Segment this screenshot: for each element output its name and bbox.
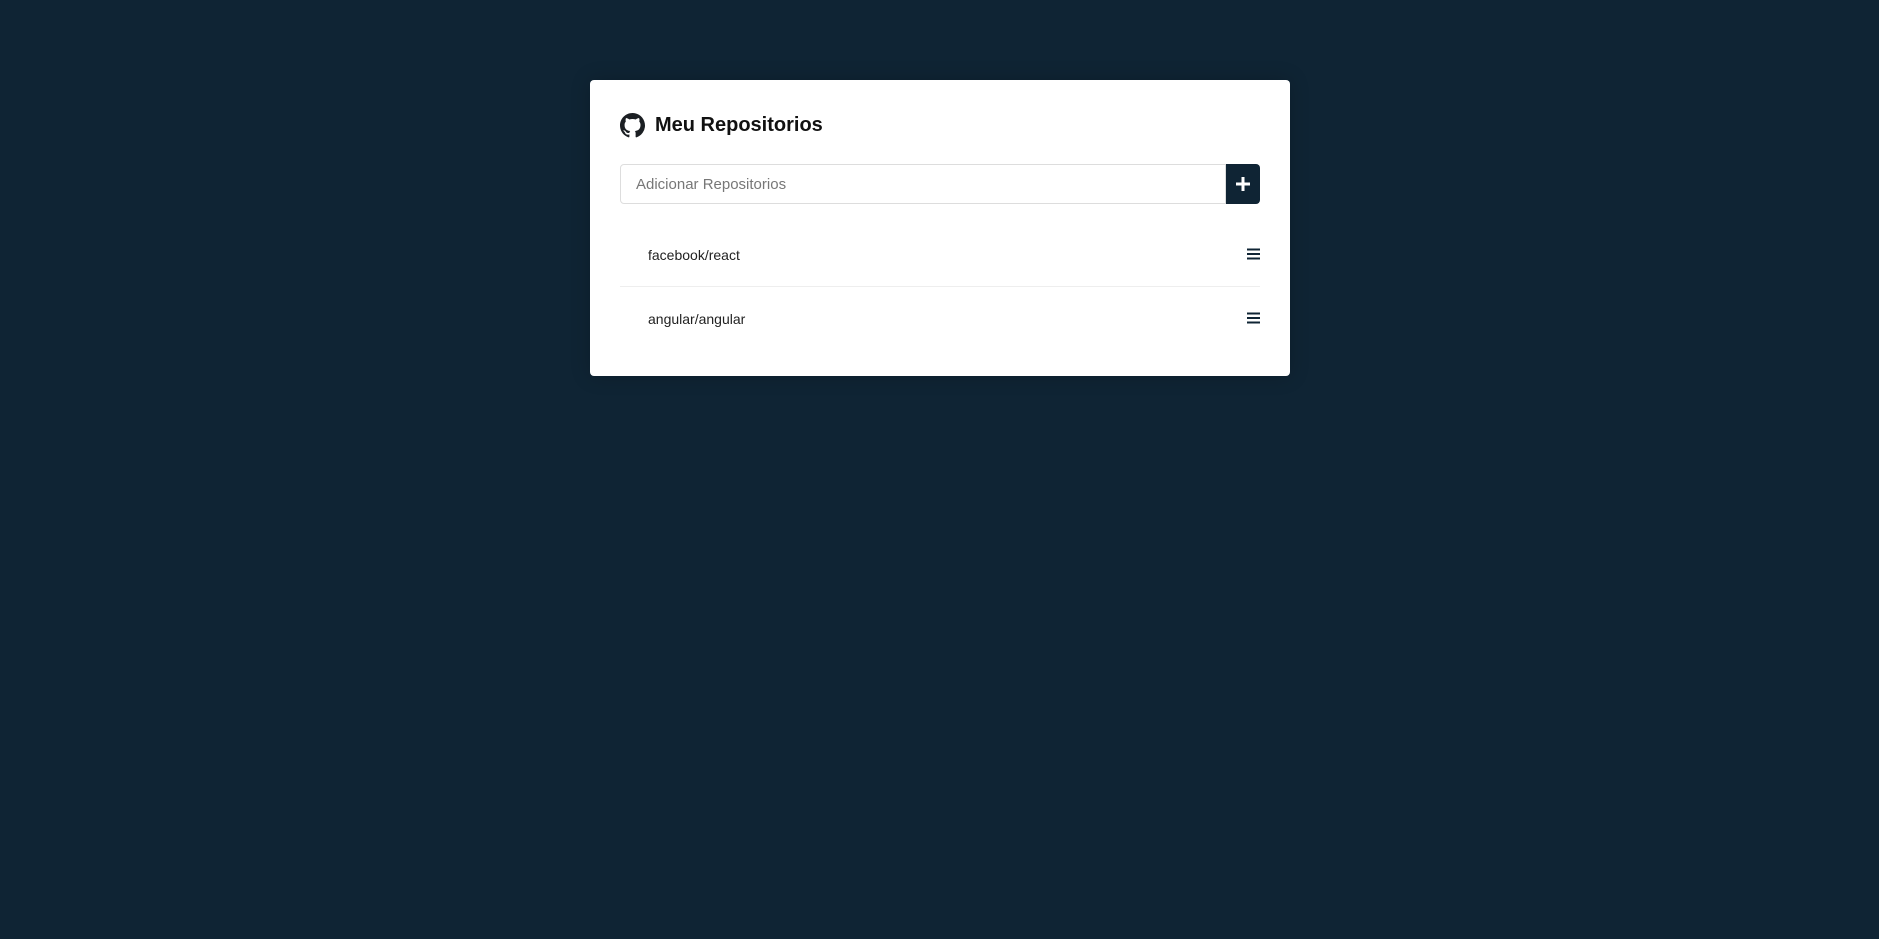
- add-repository-button[interactable]: [1226, 164, 1260, 204]
- bars-icon: [1246, 248, 1260, 260]
- github-icon: [620, 112, 645, 138]
- page-title: Meu Repositorios: [655, 113, 823, 136]
- list-item: facebook/react: [620, 228, 1260, 286]
- card-header: Meu Repositorios: [620, 110, 1260, 140]
- plus-icon: [1236, 177, 1250, 191]
- add-repository-form: [620, 164, 1260, 204]
- list-item: angular/angular: [620, 286, 1260, 350]
- repository-name: angular/angular: [648, 311, 746, 327]
- repositories-card: Meu Repositorios facebook/react: [590, 80, 1290, 376]
- repository-details-link[interactable]: [1246, 247, 1260, 261]
- repository-input[interactable]: [620, 164, 1226, 204]
- bars-icon: [1246, 312, 1260, 324]
- repository-list: facebook/react angular/angular: [620, 228, 1260, 350]
- repository-details-link[interactable]: [1246, 311, 1260, 325]
- repository-name: facebook/react: [648, 247, 740, 263]
